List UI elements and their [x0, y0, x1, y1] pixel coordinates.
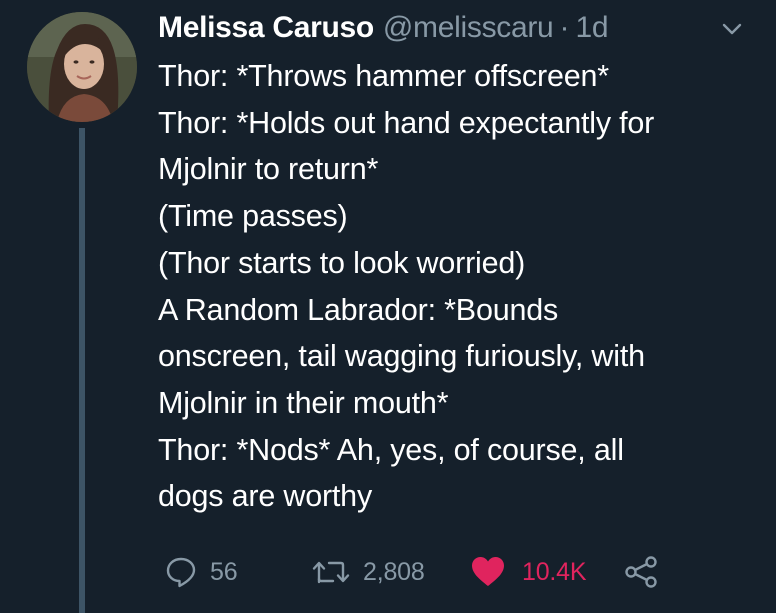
tweet-line: Thor: *Throws hammer offscreen* — [158, 59, 609, 93]
tweet-line: Mjolnir to return* — [158, 152, 379, 187]
tweet-line: (Thor starts to look worried) — [158, 245, 526, 280]
chevron-down-icon[interactable] — [721, 22, 743, 36]
reply-count: 56 — [210, 557, 238, 586]
tweet-line: dogs are worthy — [158, 479, 372, 514]
reply-icon — [166, 557, 196, 588]
tweet-text: Thor: *Throws hammer offscreen* Thor: *H… — [158, 53, 758, 520]
retweet-count: 2,808 — [363, 557, 425, 586]
like-count: 10.4K — [522, 557, 587, 586]
tweet-line: Thor: *Holds out hand expectantly for — [158, 105, 655, 140]
timestamp[interactable]: 1d — [575, 6, 608, 50]
like-button[interactable]: 10.4K — [470, 548, 587, 596]
retweet-icon — [312, 561, 350, 584]
tweet-line: Mjolnir in their mouth* — [158, 385, 449, 420]
action-bar: 56 2,808 10.4K — [0, 548, 776, 596]
tweet-line: A Random Labrador: *Bounds — [158, 292, 559, 327]
share-button[interactable] — [623, 548, 659, 596]
heart-icon — [472, 557, 504, 586]
thread-line — [79, 128, 85, 613]
tweet-header: Melissa Caruso @melisscaru · 1d — [158, 6, 609, 50]
reply-button[interactable]: 56 — [164, 548, 238, 596]
tweet: Melissa Caruso @melisscaru · 1d Thor: *T… — [0, 0, 776, 613]
tweet-line: (Time passes) — [158, 199, 348, 234]
tweet-line: Thor: *Nods* Ah, yes, of course, all — [158, 432, 624, 467]
author-handle[interactable]: @melisscaru — [383, 6, 554, 50]
retweet-button[interactable]: 2,808 — [311, 548, 425, 596]
share-icon — [625, 556, 657, 588]
avatar[interactable] — [27, 12, 137, 122]
tweet-line: onscreen, tail wagging furiously, with — [158, 339, 645, 374]
separator-dot: · — [559, 11, 570, 44]
author-name[interactable]: Melissa Caruso — [158, 6, 374, 50]
